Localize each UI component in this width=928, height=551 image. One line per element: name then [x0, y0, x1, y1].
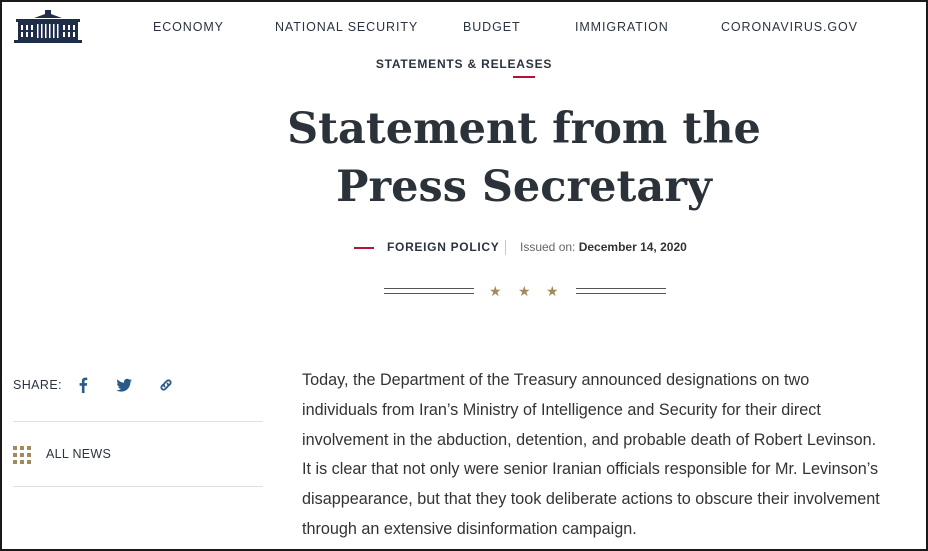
- sidebar-divider: [13, 421, 263, 422]
- twitter-icon[interactable]: [113, 374, 135, 396]
- category-dash: [354, 247, 374, 249]
- divider-rule-left: [384, 288, 474, 294]
- all-news-link[interactable]: ALL NEWS: [13, 444, 263, 466]
- meta-separator: [505, 240, 506, 255]
- star-icon: ★: [518, 283, 531, 299]
- issued-label: Issued on:: [520, 240, 576, 254]
- active-section-underline: [513, 76, 535, 78]
- body-line: Today, the Department of the Treasury an…: [302, 371, 810, 389]
- share-label: SHARE:: [13, 378, 62, 392]
- star-icon: ★: [546, 283, 559, 299]
- all-news-label: ALL NEWS: [46, 447, 112, 461]
- nav-immigration[interactable]: IMMIGRATION: [575, 20, 669, 34]
- main-nav: ECONOMY NATIONAL SECURITY BUDGET IMMIGRA…: [2, 20, 926, 38]
- body-line: It is clear that not only were senior Ir…: [302, 460, 879, 479]
- facebook-icon[interactable]: [72, 374, 94, 396]
- share-bar: SHARE:: [13, 374, 263, 396]
- nav-budget[interactable]: BUDGET: [463, 20, 521, 34]
- star-icon: ★: [489, 283, 502, 299]
- issued-info: Issued on: December 14, 2020: [520, 240, 687, 254]
- nav-economy[interactable]: ECONOMY: [153, 20, 224, 34]
- link-icon[interactable]: [155, 374, 177, 396]
- category-link[interactable]: FOREIGN POLICY: [387, 240, 499, 254]
- page-frame: ECONOMY NATIONAL SECURITY BUDGET IMMIGRA…: [0, 0, 928, 551]
- nav-national-security[interactable]: NATIONAL SECURITY: [275, 20, 418, 34]
- body-line: individuals from Iran’s Ministry of Inte…: [302, 400, 821, 419]
- article-body: Today, the Department of the Treasury an…: [302, 366, 922, 545]
- body-line: involvement in the abduction, detention,…: [302, 430, 877, 449]
- nav-coronavirus[interactable]: CORONAVIRUS.GOV: [721, 20, 858, 34]
- divider-rule-right: [576, 288, 666, 294]
- body-line: disappearance, but that they took delibe…: [302, 490, 880, 509]
- page-title: Statement from the Press Secretary: [287, 104, 761, 212]
- issued-date: December 14, 2020: [578, 240, 687, 254]
- sidebar-divider: [13, 486, 263, 487]
- decorative-divider: ★ ★ ★: [384, 282, 666, 302]
- section-link-statements[interactable]: STATEMENTS & RELEASES: [2, 57, 926, 71]
- grid-icon: [13, 446, 31, 464]
- body-line: through an extensive disinformation camp…: [302, 519, 637, 538]
